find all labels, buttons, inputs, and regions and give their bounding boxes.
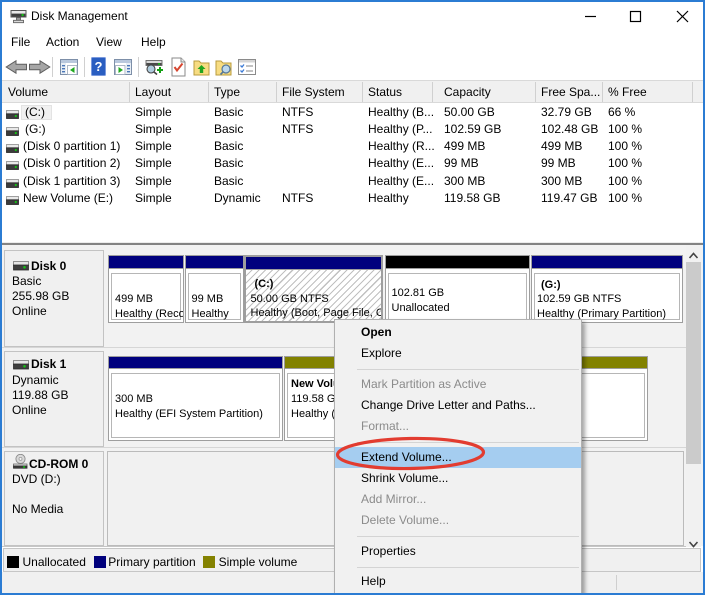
svg-text:?: ? — [95, 59, 103, 74]
